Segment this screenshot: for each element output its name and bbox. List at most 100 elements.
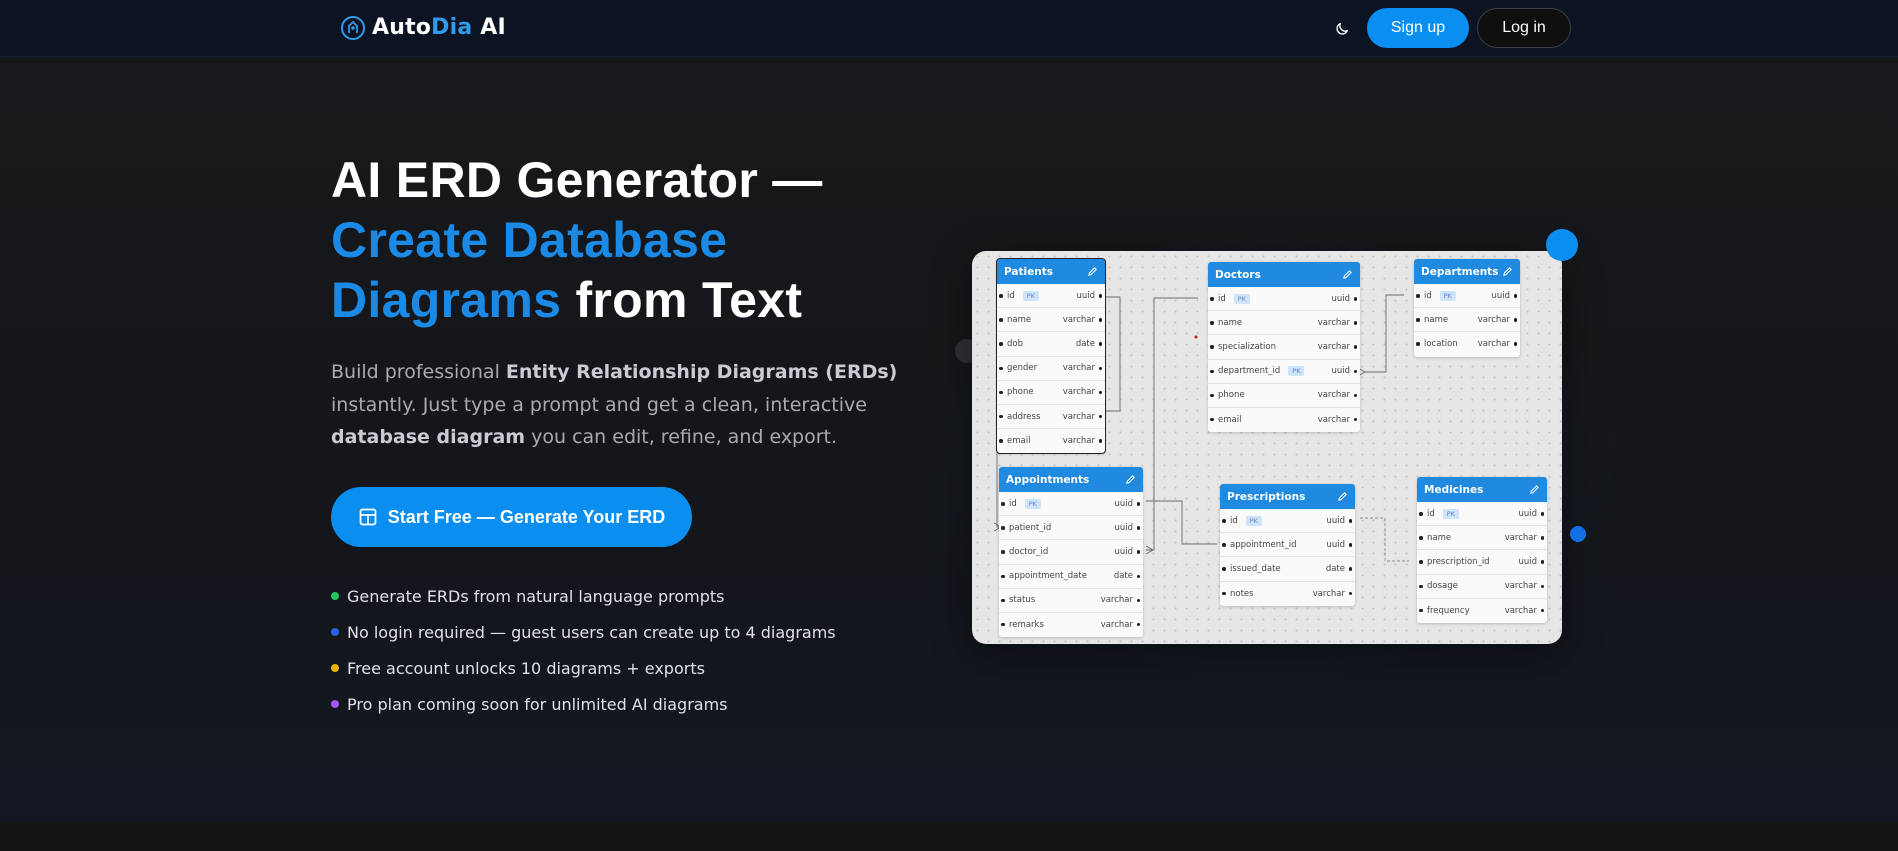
pencil-edit-icon[interactable] bbox=[1337, 491, 1348, 502]
connector-handle[interactable] bbox=[1136, 550, 1140, 554]
connector-handle[interactable] bbox=[1001, 526, 1005, 530]
connector-handle[interactable] bbox=[1540, 608, 1544, 613]
connector-handle[interactable] bbox=[1210, 297, 1214, 301]
connector-handle[interactable] bbox=[999, 439, 1003, 443]
connector-handle[interactable] bbox=[999, 342, 1003, 346]
erd-field-row[interactable]: id PK uuid bbox=[997, 284, 1105, 309]
connector-handle[interactable] bbox=[1222, 543, 1226, 547]
erd-field-row[interactable]: prescription_id uuid bbox=[1417, 550, 1547, 575]
erd-field-row[interactable]: name varchar bbox=[997, 308, 1105, 333]
connector-handle[interactable] bbox=[1098, 366, 1102, 371]
connector-handle[interactable] bbox=[1419, 584, 1423, 589]
erd-field-row[interactable]: patient_id uuid bbox=[999, 516, 1143, 541]
pencil-edit-icon[interactable] bbox=[1125, 474, 1136, 485]
erd-field-row[interactable]: address varchar bbox=[997, 405, 1105, 430]
connector-handle[interactable] bbox=[1136, 622, 1140, 627]
erd-field-row[interactable]: email varchar bbox=[1208, 408, 1360, 432]
connector-handle[interactable] bbox=[1419, 512, 1423, 516]
erd-table-header[interactable]: Patients bbox=[997, 259, 1105, 284]
erd-table-header[interactable]: Appointments bbox=[999, 467, 1143, 492]
connector-handle[interactable] bbox=[1136, 502, 1140, 506]
erd-field-row[interactable]: appointment_date date bbox=[999, 565, 1143, 589]
connector-handle[interactable] bbox=[1353, 417, 1357, 422]
brand-logo-link[interactable]: AutoDia AI bbox=[340, 14, 506, 42]
connector-handle[interactable] bbox=[1001, 550, 1005, 554]
pencil-edit-icon[interactable] bbox=[1087, 266, 1098, 277]
connector-handle[interactable] bbox=[1353, 345, 1357, 349]
erd-field-row[interactable]: specialization varchar bbox=[1208, 335, 1360, 360]
connector-handle[interactable] bbox=[999, 366, 1003, 371]
erd-field-row[interactable]: status varchar bbox=[999, 589, 1143, 613]
erd-table-patients[interactable]: Patients id PK uuid name varchar dob date gender… bbox=[996, 257, 1106, 455]
connector-handle[interactable] bbox=[1353, 393, 1357, 398]
erd-field-row[interactable]: department_id PK uuid bbox=[1208, 360, 1360, 384]
connector-handle[interactable] bbox=[1001, 502, 1005, 506]
connector-handle[interactable] bbox=[1513, 342, 1517, 346]
erd-table-appointments[interactable]: Appointments id PK uuid patient_id uuid doctor… bbox=[999, 467, 1143, 638]
erd-field-row[interactable]: id PK uuid bbox=[1417, 502, 1547, 527]
erd-field-row[interactable]: frequency varchar bbox=[1417, 599, 1547, 623]
pencil-edit-icon[interactable] bbox=[1502, 266, 1513, 277]
connector-handle[interactable] bbox=[1348, 519, 1352, 523]
connector-handle[interactable] bbox=[1540, 536, 1544, 540]
connector-handle[interactable] bbox=[1348, 591, 1352, 596]
erd-field-row[interactable]: id PK uuid bbox=[1220, 509, 1355, 534]
erd-table-prescriptions[interactable]: Prescriptions id PK uuid appointment_id uuid i… bbox=[1220, 484, 1355, 606]
erd-field-row[interactable]: email varchar bbox=[997, 429, 1105, 453]
erd-field-row[interactable]: name varchar bbox=[1417, 526, 1547, 551]
erd-table-header[interactable]: Doctors bbox=[1208, 262, 1360, 287]
connector-handle[interactable] bbox=[1222, 567, 1226, 571]
connector-handle[interactable] bbox=[1416, 342, 1420, 346]
log-in-button[interactable]: Log in bbox=[1477, 8, 1571, 48]
erd-table-departments[interactable]: Departments id PK uuid name varchar location va… bbox=[1414, 259, 1520, 357]
connector-handle[interactable] bbox=[1348, 543, 1352, 547]
connector-handle[interactable] bbox=[1098, 294, 1102, 298]
connector-handle[interactable] bbox=[1416, 318, 1420, 322]
erd-table-header[interactable]: Departments bbox=[1414, 259, 1520, 284]
connector-handle[interactable] bbox=[1098, 439, 1102, 443]
connector-handle[interactable] bbox=[1210, 393, 1214, 398]
connector-handle[interactable] bbox=[1098, 390, 1102, 395]
connector-handle[interactable] bbox=[1098, 318, 1102, 322]
connector-handle[interactable] bbox=[1419, 536, 1423, 540]
erd-field-row[interactable]: id PK uuid bbox=[999, 492, 1143, 517]
erd-table-header[interactable]: Prescriptions bbox=[1220, 484, 1355, 509]
connector-handle[interactable] bbox=[1540, 584, 1544, 589]
connector-handle[interactable] bbox=[1513, 318, 1517, 322]
sign-up-button[interactable]: Sign up bbox=[1367, 8, 1469, 48]
erd-field-row[interactable]: gender varchar bbox=[997, 357, 1105, 381]
connector-handle[interactable] bbox=[1136, 574, 1140, 579]
connector-handle[interactable] bbox=[1513, 294, 1517, 298]
erd-field-row[interactable]: doctor_id uuid bbox=[999, 540, 1143, 565]
connector-handle[interactable] bbox=[1348, 567, 1352, 571]
connector-handle[interactable] bbox=[1210, 369, 1214, 374]
erd-field-row[interactable]: phone varchar bbox=[997, 381, 1105, 405]
erd-field-row[interactable]: notes varchar bbox=[1220, 582, 1355, 606]
connector-handle[interactable] bbox=[1210, 321, 1214, 325]
erd-table-medicines[interactable]: Medicines id PK uuid name varchar prescription… bbox=[1417, 477, 1547, 623]
connector-handle[interactable] bbox=[999, 390, 1003, 395]
erd-field-row[interactable]: name varchar bbox=[1414, 308, 1520, 333]
erd-field-row[interactable]: dosage varchar bbox=[1417, 575, 1547, 599]
erd-field-row[interactable]: dob date bbox=[997, 332, 1105, 357]
connector-handle[interactable] bbox=[1098, 342, 1102, 346]
connector-handle[interactable] bbox=[1136, 598, 1140, 603]
connector-handle[interactable] bbox=[1419, 608, 1423, 613]
erd-table-doctors[interactable]: Doctors id PK uuid name varchar specialization… bbox=[1208, 262, 1360, 433]
connector-handle[interactable] bbox=[1419, 560, 1423, 564]
pencil-edit-icon[interactable] bbox=[1529, 484, 1540, 495]
connector-handle[interactable] bbox=[1210, 417, 1214, 422]
connector-handle[interactable] bbox=[1353, 297, 1357, 301]
connector-handle[interactable] bbox=[1353, 321, 1357, 325]
start-free-cta-button[interactable]: Start Free — Generate Your ERD bbox=[331, 487, 692, 547]
connector-handle[interactable] bbox=[1222, 519, 1226, 523]
connector-handle[interactable] bbox=[1098, 414, 1102, 419]
connector-handle[interactable] bbox=[1136, 526, 1140, 530]
connector-handle[interactable] bbox=[1416, 294, 1420, 298]
connector-handle[interactable] bbox=[1540, 512, 1544, 516]
connector-handle[interactable] bbox=[1222, 591, 1226, 596]
erd-table-header[interactable]: Medicines bbox=[1417, 477, 1547, 502]
erd-field-row[interactable]: issued_date date bbox=[1220, 557, 1355, 582]
connector-handle[interactable] bbox=[999, 414, 1003, 419]
connector-handle[interactable] bbox=[1001, 574, 1005, 579]
